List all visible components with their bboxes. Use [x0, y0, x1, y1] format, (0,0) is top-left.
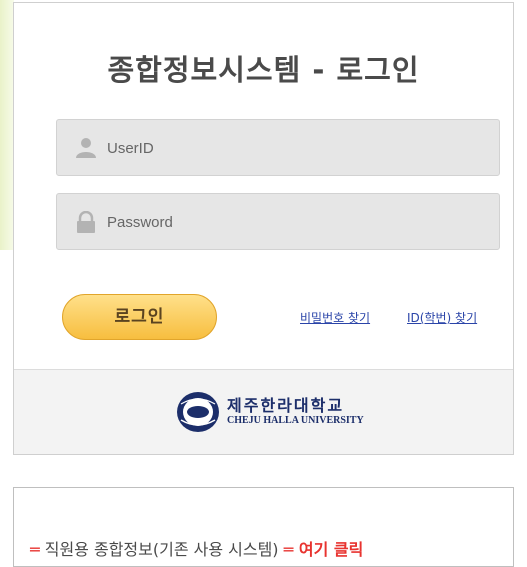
click-here-link[interactable]: 여기 클릭 [293, 540, 363, 559]
find-password-link[interactable]: 비밀번호 찾기 [300, 309, 370, 326]
notice-prefix: ═ [30, 540, 40, 559]
staff-system-notice: ═ 직원용 종합정보(기존 사용 시스템) ═ 여기 클릭 [13, 487, 514, 567]
password-input[interactable]: Password [56, 193, 500, 250]
userid-placeholder: UserID [107, 140, 154, 157]
password-placeholder: Password [107, 214, 173, 231]
page-title: 종합정보시스템 - 로그인 [107, 53, 420, 87]
login-button[interactable]: 로그인 [62, 294, 217, 340]
login-panel: 종합정보시스템 - 로그인 UserID Password 로그인 비밀번호 찾… [13, 2, 514, 455]
university-seal-logo [177, 392, 219, 432]
lock-icon [77, 211, 95, 233]
user-icon [76, 138, 96, 158]
staff-system-link[interactable]: ═ 직원용 종합정보(기존 사용 시스템) ═ 여기 클릭 [30, 536, 363, 560]
userid-input[interactable]: UserID [56, 119, 500, 176]
university-name-korean: 제주한라대학교 [227, 396, 345, 415]
side-gradient-decoration [0, 0, 14, 250]
find-id-link[interactable]: ID(학번) 찾기 [407, 309, 477, 326]
notice-text: 직원용 종합정보(기존 사용 시스템) [39, 540, 284, 559]
university-logo: 제주한라대학교 CHEJU HALLA UNIVERSITY [175, 390, 375, 434]
university-name-english: CHEJU HALLA UNIVERSITY [227, 415, 364, 426]
notice-suffix: ═ [283, 540, 294, 559]
login-footer: 제주한라대학교 CHEJU HALLA UNIVERSITY [14, 369, 513, 454]
